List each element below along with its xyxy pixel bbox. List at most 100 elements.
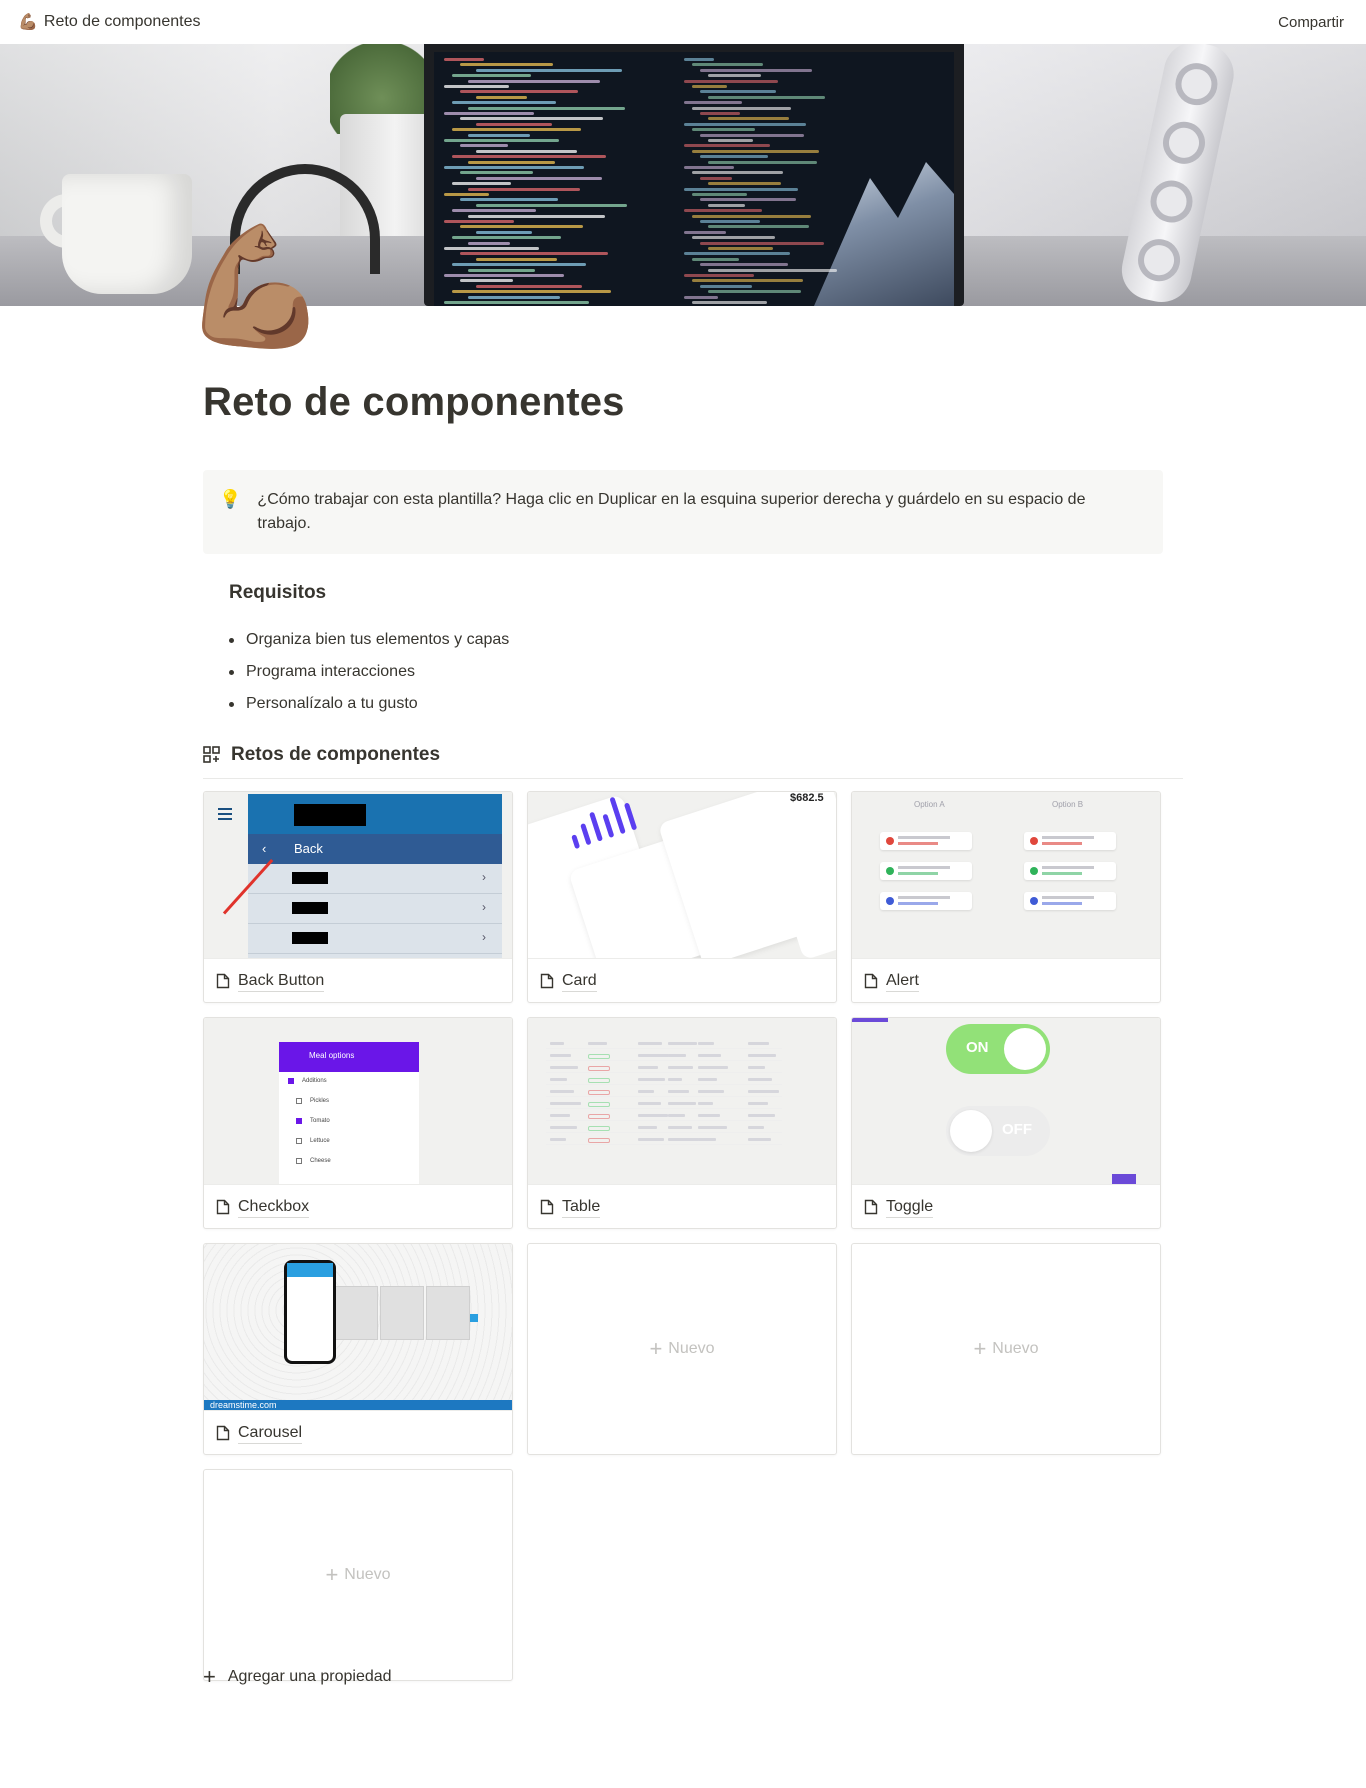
option-b-label: Option B (1052, 800, 1084, 809)
gallery-card-toggle[interactable]: ON OFF Toggle (851, 1017, 1161, 1229)
speaker-ring (1134, 235, 1184, 286)
code-line (700, 112, 740, 115)
code-line (692, 214, 811, 218)
code-line (684, 230, 726, 234)
code-line (692, 149, 819, 153)
code-line (684, 187, 798, 191)
share-button[interactable]: Compartir (1268, 10, 1354, 35)
code-line (700, 176, 732, 180)
table-cell (748, 1090, 779, 1093)
requirements-heading: Requisitos (229, 582, 327, 603)
code-line (444, 166, 584, 169)
carousel-next-indicator (470, 1314, 478, 1322)
toggle-on-preview: ON (946, 1024, 1050, 1074)
page-content: Reto de componentes 💡 ¿Cómo trabajar con… (203, 380, 1183, 1681)
add-property-label: Agregar una propiedad (227, 1668, 392, 1685)
code-line (692, 128, 755, 132)
table-cell (550, 1114, 570, 1117)
card-title: Back Button (238, 971, 325, 992)
gallery-grid: ‹ Back › › › Back Button $682.5 Card Opt… (203, 791, 1163, 1681)
code-line (452, 209, 536, 213)
code-line (700, 284, 752, 288)
add-property-button[interactable]: + Agregar una propiedad (203, 1666, 392, 1688)
gallery-card-checkbox[interactable]: Meal options Additions Pickles Tomato Le… (203, 1017, 513, 1229)
new-card-label: + Nuevo (649, 1336, 715, 1361)
code-line (452, 236, 561, 240)
list-item-text: Personalízalo a tu gusto (246, 695, 418, 712)
gallery-card-card[interactable]: $682.5 Card (527, 791, 837, 1003)
plus-icon: + (325, 1562, 339, 1587)
preview-square (1112, 1174, 1136, 1184)
table-cell (668, 1090, 689, 1093)
toggle-on-label: ON (966, 1039, 989, 1056)
list-item-text: Programa interacciones (246, 663, 415, 680)
code-line (708, 160, 817, 164)
status-tag (588, 1042, 607, 1045)
code-line (708, 95, 825, 99)
gallery-card-carousel[interactable]: dreamstime.com Carousel (203, 1243, 513, 1455)
code-line (476, 68, 622, 72)
callout: 💡 ¿Cómo trabajar con esta plantilla? Hag… (203, 470, 1163, 554)
new-card-button[interactable]: + Nuevo (527, 1243, 837, 1455)
new-card-button[interactable]: + Nuevo (203, 1469, 513, 1681)
table-cell (638, 1054, 669, 1057)
code-line (692, 171, 783, 175)
code-line (452, 101, 556, 105)
page-title[interactable]: Reto de componentes (203, 380, 1183, 440)
table-cell (748, 1042, 769, 1045)
code-line (468, 106, 625, 110)
page-icon[interactable]: 💪🏽 (182, 228, 329, 346)
code-line (444, 193, 489, 196)
speaker-ring (1171, 59, 1222, 110)
gallery-card-back-button[interactable]: ‹ Back › › › Back Button (203, 791, 513, 1003)
database-title[interactable]: Retos de componentes (231, 744, 440, 766)
code-line (452, 74, 531, 78)
table-row (546, 1048, 782, 1049)
status-tag (588, 1078, 610, 1083)
breadcrumb[interactable]: 💪🏽 Reto de componentes (18, 12, 200, 32)
table-cell (668, 1102, 696, 1105)
code-line (684, 58, 714, 61)
card-label: Carousel (204, 1411, 512, 1454)
code-line (452, 263, 586, 267)
code-line (468, 79, 600, 83)
preview-header-bar: Meal options (279, 1042, 419, 1072)
requirements-list: Organiza bien tus elementos y capas Prog… (229, 624, 1183, 720)
cover-mountain (814, 162, 954, 306)
code-line (460, 90, 578, 94)
code-line (700, 133, 804, 137)
code-line (708, 247, 773, 250)
card-label: Back Button (204, 959, 512, 1002)
code-line (444, 58, 484, 61)
table-cell (698, 1042, 714, 1045)
table-cell (748, 1114, 775, 1117)
code-line (684, 252, 790, 256)
code-line (684, 295, 718, 299)
gallery-card-alert[interactable]: Option A Option B Alert (851, 791, 1161, 1003)
code-line (692, 85, 727, 88)
table-cell (698, 1138, 716, 1141)
card-preview: ON OFF (852, 1018, 1160, 1185)
code-line (684, 209, 762, 213)
code-line (708, 182, 781, 186)
code-line (460, 252, 608, 256)
code-line (468, 241, 510, 245)
toggle-off-preview: OFF (946, 1106, 1050, 1156)
cover-monitor (424, 44, 964, 306)
code-line (476, 203, 627, 207)
table-cell (748, 1102, 768, 1105)
new-card-button[interactable]: + Nuevo (851, 1243, 1161, 1455)
code-line (700, 155, 768, 159)
cover-mug (62, 174, 192, 294)
code-line (460, 225, 583, 229)
table-cell (550, 1126, 577, 1129)
code-line (444, 301, 589, 304)
gallery-card-table[interactable]: Table (527, 1017, 837, 1229)
table-cell (698, 1066, 728, 1069)
code-line (692, 106, 791, 110)
card-preview: Option A Option B (852, 792, 1160, 959)
toggle-off-label: OFF (1002, 1121, 1032, 1138)
table-cell (638, 1102, 661, 1105)
table-cell (698, 1126, 727, 1129)
plus-icon: + (973, 1336, 987, 1361)
